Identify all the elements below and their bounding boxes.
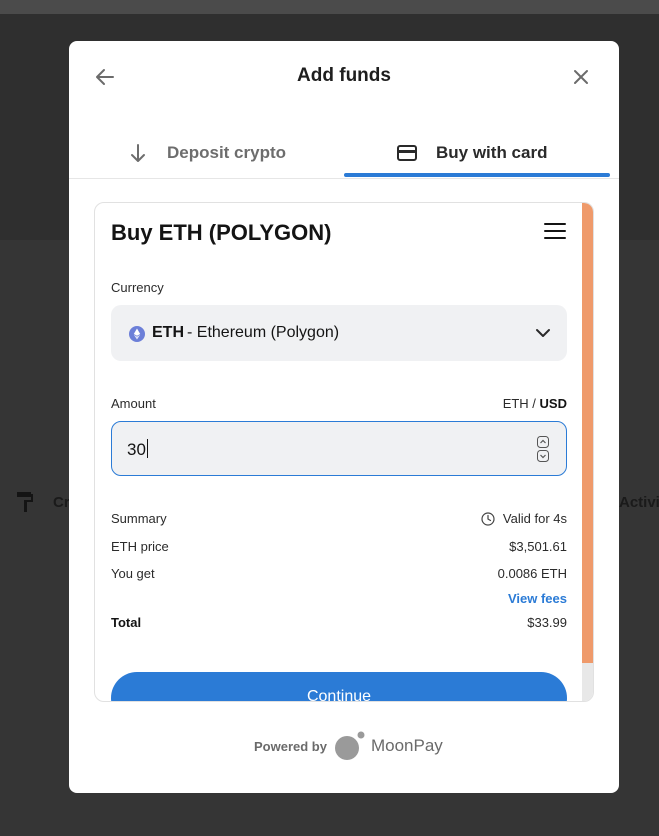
backdrop-top-bar [0, 0, 659, 14]
view-fees-link[interactable]: View fees [508, 591, 567, 606]
background-label-left: Cr [53, 494, 70, 511]
currency-name: - Ethereum (Polygon) [187, 324, 340, 341]
number-stepper-icon[interactable] [537, 436, 549, 462]
close-icon[interactable] [569, 65, 593, 89]
amount-value-text: 30 [127, 440, 146, 459]
ethereum-icon [129, 326, 145, 342]
eth-price-label: ETH price [111, 539, 169, 554]
unit-primary: USD [539, 396, 567, 411]
currency-code: ETH [152, 324, 184, 341]
tab-deposit-crypto-label: Deposit crypto [167, 143, 287, 162]
scrollbar-thumb[interactable] [582, 203, 593, 663]
tab-buy-with-card-label: Buy with card [436, 143, 548, 162]
moonpay-widget: Buy ETH (POLYGON) Currency ETH - Ethereu… [94, 202, 594, 702]
summary-label: Summary [111, 511, 167, 526]
you-get-value: 0.0086 ETH [497, 566, 567, 581]
credit-card-icon [397, 145, 417, 161]
background-label-right: Activi [619, 494, 659, 511]
valid-for-text: Valid for 4s [502, 511, 567, 526]
text-caret [146, 439, 148, 458]
total-value: $33.99 [527, 615, 567, 630]
active-tab-indicator [344, 173, 610, 177]
continue-button[interactable]: Continue [111, 672, 567, 701]
powered-by-label: Powered by [254, 738, 327, 754]
unit-secondary: ETH / [502, 396, 536, 411]
funding-tabs: Deposit crypto Buy with card [69, 127, 619, 179]
chevron-down-icon [536, 329, 550, 337]
arrow-down-icon [131, 144, 145, 162]
moonpay-brand-name: MoonPay [370, 736, 443, 755]
tab-deposit-crypto[interactable]: Deposit crypto [127, 127, 286, 179]
currency-select[interactable]: ETH - Ethereum (Polygon) [111, 305, 567, 361]
amount-input-value: 30 [127, 439, 148, 460]
eth-price-value: $3,501.61 [509, 539, 567, 554]
tab-buy-with-card[interactable]: Buy with card [396, 127, 547, 179]
total-label: Total [111, 615, 142, 630]
modal-header: Add funds [69, 41, 619, 113]
amount-input[interactable]: 30 [111, 421, 567, 476]
you-get-label: You get [111, 566, 155, 581]
hamburger-menu-icon[interactable] [544, 222, 566, 240]
add-funds-modal: Add funds Deposit crypto Buy with card B… [69, 41, 619, 793]
amount-label: Amount [111, 396, 156, 411]
clock-icon [481, 512, 495, 526]
powered-by-moonpay: Powered by MoonPay [254, 731, 443, 761]
currency-label: Currency [111, 280, 164, 295]
currency-unit-toggle[interactable]: ETH / USD [467, 396, 567, 411]
paint-roller-icon [17, 492, 33, 512]
modal-title: Add funds [297, 65, 391, 86]
widget-title: Buy ETH (POLYGON) [111, 220, 332, 245]
quote-validity: Valid for 4s [481, 511, 567, 526]
moonpay-logo-icon [334, 731, 365, 760]
